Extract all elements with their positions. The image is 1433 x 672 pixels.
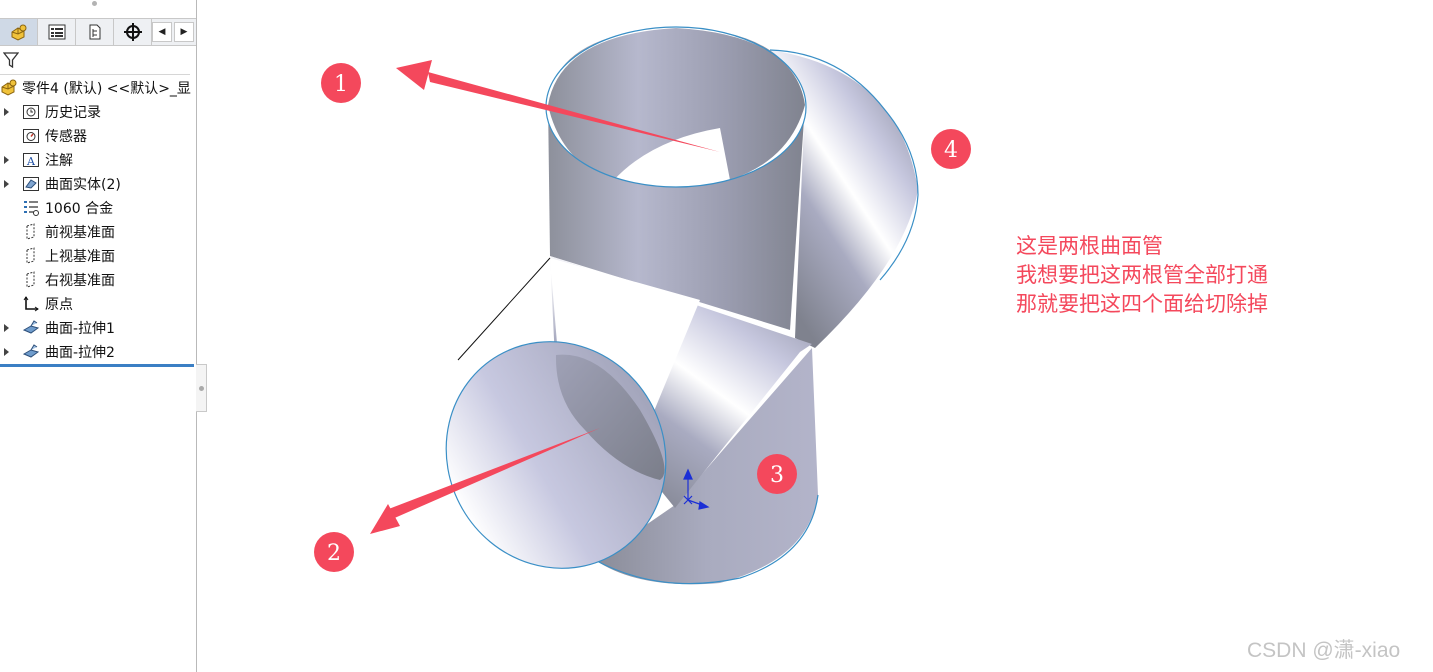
part-feature-manager-icon (11, 24, 26, 41)
tab-scroll-right-button[interactable]: ▶ (174, 22, 194, 42)
tree-item-annotations[interactable]: A 注解 (0, 148, 196, 172)
tree-item-origin[interactable]: 原点 (0, 292, 196, 316)
expand-arrow-icon[interactable] (4, 324, 9, 332)
tree-item-label: 曲面-拉伸2 (45, 345, 115, 361)
graphics-viewport[interactable] (207, 0, 1433, 672)
property-manager-icon (48, 24, 65, 40)
tree-item-label: 上视基准面 (45, 249, 115, 265)
tree-item-history[interactable]: 历史记录 (0, 100, 196, 124)
material-icon (22, 199, 40, 217)
manager-tab-bar: ◀ ▶ (0, 18, 196, 46)
tree-item-right-plane[interactable]: 右视基准面 (0, 268, 196, 292)
sensor-icon (22, 127, 40, 145)
tree-item-label: 前视基准面 (45, 225, 115, 241)
note-line: 这是两根曲面管 (1016, 234, 1163, 258)
dimxpert-manager-icon (123, 23, 142, 41)
rollback-bar[interactable] (0, 364, 194, 367)
plane-icon (22, 271, 40, 289)
tab-property-manager[interactable] (38, 19, 76, 45)
configuration-manager-icon (89, 24, 100, 40)
tree-root-label: 零件4 (默认) <<默认>_显 (22, 81, 191, 97)
tree-item-label: 原点 (45, 297, 73, 313)
annotation-note: 这是两根曲面管 我想要把这两根管全部打通 那就要把这四个面给切除掉 (1016, 232, 1268, 319)
origin-icon (22, 295, 40, 313)
expand-arrow-icon[interactable] (4, 348, 9, 356)
tab-feature-manager[interactable] (0, 19, 38, 45)
tab-scroll-left-button[interactable]: ◀ (152, 22, 172, 42)
note-line: 我想要把这两根管全部打通 (1016, 263, 1268, 287)
expand-arrow-icon[interactable] (4, 180, 9, 188)
surface-extrude-icon (22, 343, 40, 361)
tab-configuration-manager[interactable] (76, 19, 114, 45)
panel-splitter-handle[interactable] (196, 364, 207, 412)
expand-arrow-icon[interactable] (4, 108, 9, 116)
tree-item-surface-extrude-2[interactable]: 曲面-拉伸2 (0, 340, 196, 364)
tree-item-surface-bodies[interactable]: 曲面实体(2) (0, 172, 196, 196)
surface-extrude-icon (22, 319, 40, 337)
tree-item-label: 注解 (45, 153, 73, 169)
annotation-icon: A (22, 151, 40, 169)
tree-item-front-plane[interactable]: 前视基准面 (0, 220, 196, 244)
plane-icon (22, 223, 40, 241)
part-icon (0, 79, 18, 97)
panel-grip[interactable] (92, 1, 97, 6)
note-line: 那就要把这四个面给切除掉 (1016, 292, 1268, 316)
tree-item-label: 传感器 (45, 129, 87, 145)
tree-item-sensors[interactable]: 传感器 (0, 124, 196, 148)
surface-bodies-icon (22, 175, 40, 193)
tree-item-label: 曲面实体(2) (45, 177, 121, 193)
tab-dimxpert-manager[interactable] (114, 19, 152, 45)
expand-arrow-icon[interactable] (4, 156, 9, 164)
tree-item-surface-extrude-1[interactable]: 曲面-拉伸1 (0, 316, 196, 340)
watermark: CSDN @潇-xiao (1247, 639, 1401, 662)
history-icon (22, 103, 40, 121)
svg-text:A: A (26, 155, 36, 168)
tree-item-top-plane[interactable]: 上视基准面 (0, 244, 196, 268)
tree-root-part[interactable]: 零件4 (默认) <<默认>_显 (0, 76, 196, 100)
tree-item-material[interactable]: 1060 合金 (0, 196, 196, 220)
tree-item-label: 曲面-拉伸1 (45, 321, 115, 337)
tree-item-label: 1060 合金 (45, 201, 114, 217)
feature-manager-panel: ◀ ▶ 零件4 (默认) <<默认>_显 历史记录 传感器 A 注解 曲面实体(… (0, 0, 197, 672)
plane-icon (22, 247, 40, 265)
tree-filter-row[interactable] (0, 46, 190, 75)
tree-item-label: 右视基准面 (45, 273, 115, 289)
filter-icon[interactable] (3, 52, 19, 68)
tree-item-label: 历史记录 (45, 105, 101, 121)
